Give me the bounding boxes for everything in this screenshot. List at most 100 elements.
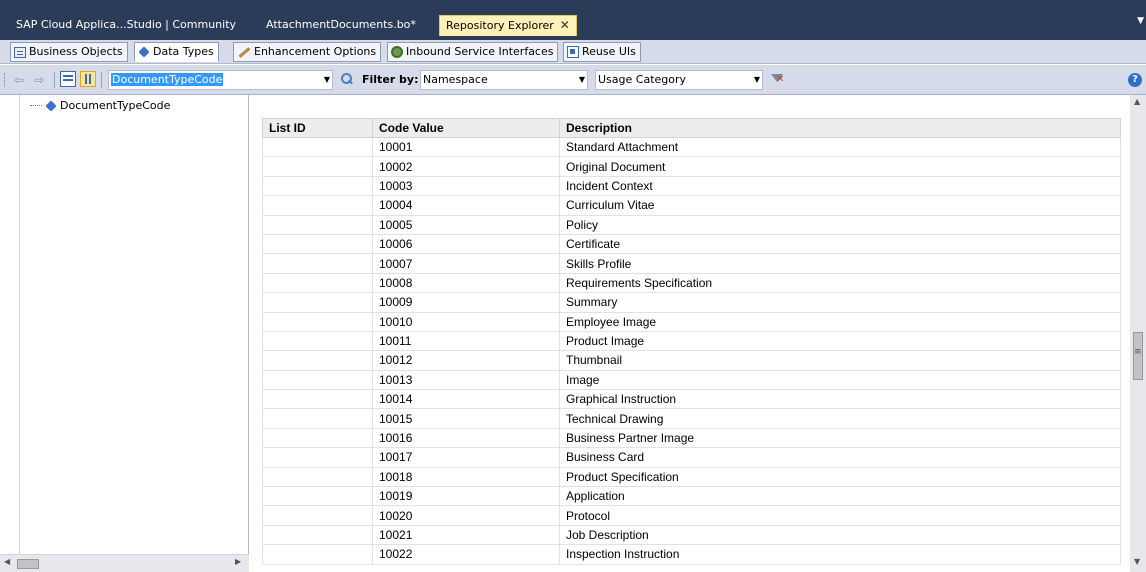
- scroll-right-icon[interactable]: ▶: [235, 557, 241, 566]
- table-row[interactable]: 10007 Skills Profile: [262, 253, 1121, 274]
- clear-filter-icon[interactable]: [770, 72, 784, 86]
- cell-code-value: 10019: [372, 486, 560, 507]
- back-arrow-icon[interactable]: ⇦: [14, 73, 24, 87]
- cell-code-value: 10002: [372, 156, 560, 177]
- filter-label: Filter by:: [362, 73, 419, 86]
- namespace-filter[interactable]: Namespace ▼: [420, 70, 588, 90]
- tab-label: Data Types: [153, 45, 214, 58]
- table-row[interactable]: 10022 Inspection Instruction: [262, 544, 1121, 565]
- column-header-code-value[interactable]: Code Value: [372, 118, 560, 138]
- namespace-filter-value: Namespace: [423, 73, 488, 86]
- cell-list-id: [262, 447, 373, 468]
- cell-code-value: 10011: [372, 330, 560, 352]
- scroll-down-icon[interactable]: ▼: [1134, 557, 1140, 566]
- tab-overflow-icon[interactable]: ▼: [1137, 16, 1144, 26]
- columns-view-button[interactable]: [80, 71, 96, 87]
- table-row[interactable]: 10005 Policy: [262, 214, 1121, 235]
- table-row[interactable]: 10018 Product Specification: [262, 466, 1121, 488]
- toolbar-grip[interactable]: [4, 73, 6, 87]
- doc-tab-repository-explorer[interactable]: Repository Explorer ✕: [439, 15, 577, 36]
- cell-description: Graphical Instruction: [559, 389, 1121, 410]
- cell-list-id: [262, 389, 373, 410]
- cell-code-value: 10020: [372, 505, 560, 526]
- column-header-list-id[interactable]: List ID: [262, 118, 373, 138]
- scroll-up-icon[interactable]: ▲: [1134, 97, 1140, 106]
- table-row[interactable]: 10014 Graphical Instruction: [262, 389, 1121, 410]
- table-row[interactable]: 10008 Requirements Specification: [262, 272, 1121, 294]
- tree-node-label: DocumentTypeCode: [60, 99, 171, 112]
- cell-list-id: [262, 524, 373, 546]
- scrollbar-thumb[interactable]: [17, 559, 39, 569]
- chevron-down-icon[interactable]: ▼: [324, 71, 330, 89]
- cell-code-value: 10001: [372, 136, 560, 158]
- tab-data-types[interactable]: Data Types: [134, 42, 219, 62]
- cell-description: Application: [559, 486, 1121, 507]
- tab-business-objects[interactable]: Business Objects: [10, 42, 128, 62]
- cell-code-value: 10008: [372, 272, 560, 294]
- table-row[interactable]: 10011 Product Image: [262, 330, 1121, 352]
- scroll-left-icon[interactable]: ◀: [4, 557, 10, 566]
- table-row[interactable]: 10009 Summary: [262, 292, 1121, 313]
- column-header-description[interactable]: Description: [559, 118, 1121, 138]
- cell-description: Incident Context: [559, 175, 1121, 197]
- tab-reuse-uis[interactable]: Reuse UIs: [563, 42, 641, 62]
- cell-list-id: [262, 505, 373, 526]
- cell-list-id: [262, 427, 373, 449]
- table-row[interactable]: 10019 Application: [262, 486, 1121, 507]
- cell-description: Image: [559, 369, 1121, 391]
- close-icon[interactable]: ✕: [560, 18, 570, 32]
- gear-icon: [391, 46, 403, 58]
- tab-enhancement-options[interactable]: Enhancement Options: [233, 42, 382, 62]
- reuse-ui-icon: [567, 46, 579, 58]
- tree-connector: [30, 105, 42, 106]
- cell-description: Protocol: [559, 505, 1121, 526]
- cell-description: Policy: [559, 214, 1121, 235]
- chevron-down-icon[interactable]: ▼: [754, 71, 760, 89]
- table-row[interactable]: 10017 Business Card: [262, 447, 1121, 468]
- table-row[interactable]: 10020 Protocol: [262, 505, 1121, 526]
- scrollbar-thumb[interactable]: [1133, 332, 1143, 380]
- cell-list-id: [262, 272, 373, 294]
- cell-description: Product Image: [559, 330, 1121, 352]
- table-row[interactable]: 10006 Certificate: [262, 233, 1121, 255]
- cell-list-id: [262, 311, 373, 332]
- data-type-combo[interactable]: DocumentTypeCode ▼: [108, 70, 333, 90]
- toolbar-separator: [101, 72, 102, 88]
- cell-list-id: [262, 369, 373, 391]
- tree-horizontal-scrollbar[interactable]: ◀ ▶: [0, 554, 249, 572]
- table-row[interactable]: 10016 Business Partner Image: [262, 427, 1121, 449]
- data-type-combo-value: DocumentTypeCode: [111, 73, 224, 86]
- table-row[interactable]: 10021 Job Description: [262, 524, 1121, 546]
- table-row[interactable]: 10013 Image: [262, 369, 1121, 391]
- table-body: 10001 Standard Attachment 10002 Original Do…: [262, 136, 1121, 565]
- tab-inbound-service-interfaces[interactable]: Inbound Service Interfaces: [387, 42, 559, 62]
- table-row[interactable]: 10010 Employee Image: [262, 311, 1121, 332]
- content-vertical-scrollbar[interactable]: ▲ ▼: [1130, 95, 1146, 572]
- data-type-icon: [138, 46, 150, 58]
- help-icon[interactable]: ?: [1128, 73, 1142, 87]
- doc-tab-community[interactable]: SAP Cloud Applica...Studio | Community: [10, 15, 242, 34]
- tree-panel: DocumentTypeCode: [20, 95, 249, 572]
- table-row[interactable]: 10001 Standard Attachment: [262, 136, 1121, 158]
- chevron-down-icon[interactable]: ▼: [579, 71, 585, 89]
- doc-tab-attachment-documents[interactable]: AttachmentDocuments.bo*: [260, 15, 422, 34]
- code-list-panel: List ID Code Value Description 10001 Stan…: [250, 95, 1130, 572]
- cell-list-id: [262, 156, 373, 177]
- search-icon[interactable]: [340, 72, 354, 86]
- cell-code-value: 10003: [372, 175, 560, 197]
- cell-list-id: [262, 195, 373, 216]
- usage-category-filter[interactable]: Usage Category ▼: [595, 70, 763, 90]
- tab-label: Enhancement Options: [254, 45, 377, 58]
- forward-arrow-icon[interactable]: ⇨: [34, 73, 44, 87]
- table-row[interactable]: 10015 Technical Drawing: [262, 408, 1121, 429]
- table-row[interactable]: 10002 Original Document: [262, 156, 1121, 177]
- table-row[interactable]: 10004 Curriculum Vitae: [262, 195, 1121, 216]
- table-row[interactable]: 10003 Incident Context: [262, 175, 1121, 197]
- tree-node-document-type-code[interactable]: DocumentTypeCode: [30, 99, 170, 112]
- cell-description: Summary: [559, 292, 1121, 313]
- table-row[interactable]: 10012 Thumbnail: [262, 350, 1121, 371]
- cell-list-id: [262, 466, 373, 488]
- cell-code-value: 10015: [372, 408, 560, 429]
- tab-label: Inbound Service Interfaces: [406, 45, 554, 58]
- list-view-button[interactable]: [60, 71, 76, 87]
